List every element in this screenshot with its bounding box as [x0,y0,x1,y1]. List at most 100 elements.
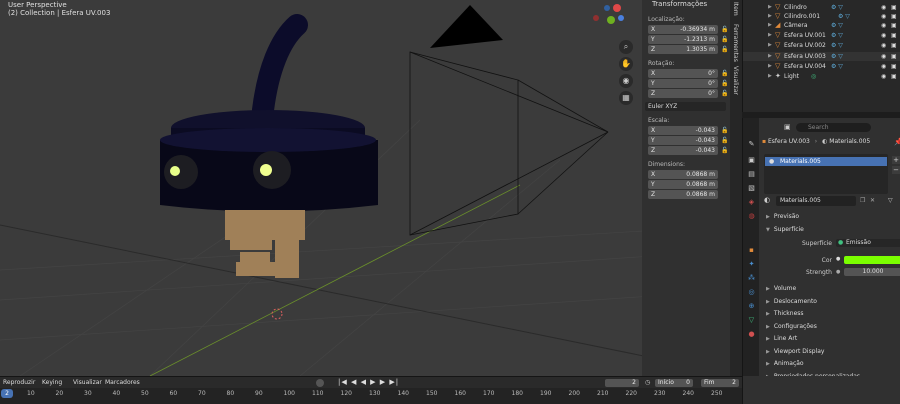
eye-icon[interactable]: ◉ [881,31,886,40]
duplicate-icon[interactable]: ❐ [860,197,865,204]
chevron-right-icon[interactable]: ▶ [768,3,772,12]
render-camera-icon[interactable]: ▣ [891,31,897,40]
properties-editor-type-icon[interactable]: ▣ [784,123,793,132]
eye-icon[interactable]: ◉ [881,72,886,81]
section-anima-o[interactable]: ▶ Animação [766,359,894,369]
playback-controls[interactable]: |◀ ◀ ◀ ▶ ▶ ▶| [338,378,399,386]
render-icon[interactable]: ▣ [747,156,756,165]
location-z-field[interactable]: Z 1.3035 m [648,45,718,54]
outliner-item[interactable]: ▶ ✦ Light ◎ ◉ ▣ [743,72,900,81]
scale-y-field[interactable]: Y -0.043 [648,136,718,145]
outliner-item[interactable]: ▶ ▽ Esfera UV.001 ⚙ ▽ ◉ ▣ [743,31,900,40]
strength-field[interactable]: 10.000 [844,268,900,276]
clock-icon[interactable]: ◷ [645,379,650,386]
render-camera-icon[interactable]: ▣ [891,12,897,21]
lock-icon[interactable]: 🔓 [721,90,729,97]
section-line-art[interactable]: ▶ Line Art [766,334,894,344]
chevron-right-icon[interactable]: ▶ [768,62,772,71]
surface-shader-field[interactable]: ● Emissão [836,239,900,247]
menu-markers[interactable]: Marcadores [105,379,140,386]
render-camera-icon[interactable]: ▣ [891,72,897,81]
section-viewport-display[interactable]: ▶ Viewport Display [766,347,894,357]
unlink-icon[interactable]: ✕ [870,197,875,204]
current-frame-marker[interactable]: 2 [1,389,13,398]
dimensions-z-field[interactable]: Z 0.0868 m [648,190,718,199]
chevron-right-icon[interactable]: ▶ [768,52,772,61]
3d-viewport[interactable]: User Perspective (2) Collection | Esfera… [0,0,742,376]
timeline-ruler[interactable]: 2 10 20 30 40 50 60 70 80 90 100 110 120 130 140 150 160… [0,388,742,404]
scene-icon[interactable]: ◈ [747,198,756,207]
menu-keying[interactable]: Keying [42,379,62,386]
chevron-right-icon[interactable]: ▶ [768,12,772,21]
chevron-right-icon[interactable]: ▶ [768,21,772,30]
tool-icon[interactable]: ✎ [747,140,756,149]
outliner-item[interactable]: ▶ ▽ Esfera UV.004 ⚙ ▽ ◉ ▣ [743,62,900,71]
dimensions-x-field[interactable]: X 0.0868 m [648,170,718,179]
lock-icon[interactable]: 🔓 [721,137,729,144]
chevron-right-icon[interactable]: ▶ [768,72,772,81]
outliner-item[interactable]: ▶ ◢ Câmera ⚙ ▽ ◉ ▣ [743,21,900,30]
lock-icon[interactable]: 🔓 [721,147,729,154]
output-icon[interactable]: ▤ [747,170,756,179]
eye-icon[interactable]: ◉ [881,41,886,50]
location-y-field[interactable]: Y -1.2313 m [648,35,718,44]
scale-z-field[interactable]: Z -0.043 [648,146,718,155]
data-mesh-icon[interactable]: ▽ [747,316,756,325]
eye-icon[interactable]: ◉ [881,52,886,61]
filter-icon[interactable]: ▽ [888,197,893,204]
rotation-y-field[interactable]: Y 0° [648,79,718,88]
section-preview[interactable]: ▶ Previsão [766,212,894,222]
eye-icon[interactable]: ◉ [881,62,886,71]
chevron-right-icon[interactable]: ▶ [768,41,772,50]
color-swatch[interactable] [844,256,900,264]
particles-icon[interactable]: ⁂ [747,274,756,283]
material-browse-icon[interactable]: ◐ [764,196,770,204]
menu-view[interactable]: Visualizar [73,379,102,386]
material-slot[interactable]: ● Materials.005 [765,157,887,166]
zoom-icon[interactable]: ⌕ [619,40,633,54]
rotation-z-field[interactable]: Z 0° [648,89,718,98]
start-frame-field[interactable]: Início 0 [655,379,693,387]
render-camera-icon[interactable]: ▣ [891,52,897,61]
record-icon[interactable] [316,379,324,387]
outliner-item[interactable]: ▶ ▽ Esfera UV.002 ⚙ ▽ ◉ ▣ [743,41,900,50]
modifier-wrench-icon[interactable]: ✦ [747,260,756,269]
pin-icon[interactable]: 📌 [894,138,900,146]
section-thickness[interactable]: ▶ Thickness [766,309,894,319]
socket-dot-icon[interactable]: ● [836,256,840,262]
chevron-right-icon[interactable]: ▶ [768,31,772,40]
scale-x-field[interactable]: X -0.043 [648,126,718,135]
properties-search-input[interactable]: Search [796,123,871,132]
eye-icon[interactable]: ◉ [881,12,886,21]
section-volume[interactable]: ▶ Volume [766,284,894,294]
end-frame-field[interactable]: Fim 2 [701,379,739,387]
current-frame-field[interactable]: 2 [605,379,639,387]
socket-dot-icon[interactable]: ● [836,269,840,275]
tab-item[interactable]: Item [732,2,739,16]
camera-view-icon[interactable]: ◉ [619,74,633,88]
lock-icon[interactable]: 🔓 [721,36,729,43]
hand-pan-icon[interactable]: ✋ [619,57,633,71]
world-icon[interactable]: ◍ [747,212,756,221]
outliner-item[interactable]: ▶ ▽ Cilindro ⚙ ▽ ◉ ▣ [743,3,900,12]
lock-icon[interactable]: 🔓 [721,127,729,134]
object-icon[interactable]: ▪ [747,246,756,255]
material-name-field[interactable]: Materials.005 [776,196,856,206]
transform-header[interactable]: Transformações [642,0,730,10]
tab-view[interactable]: Visualizar [732,66,739,95]
section-surface[interactable]: ▼ Superfície [766,225,894,235]
outliner-item[interactable]: ▶ ▽ Esfera UV.003 ⚙ ▽ ◉ ▣ [743,52,900,61]
render-camera-icon[interactable]: ▣ [891,3,897,12]
eye-icon[interactable]: ◉ [881,21,886,30]
rotation-x-field[interactable]: X 0° [648,69,718,78]
lock-icon[interactable]: 🔓 [721,70,729,77]
physics-icon[interactable]: ◎ [747,288,756,297]
render-camera-icon[interactable]: ▣ [891,21,897,30]
grid-view-icon[interactable]: ▦ [619,91,633,105]
remove-slot-button[interactable]: − [892,166,900,174]
eye-icon[interactable]: ◉ [881,3,886,12]
section-configura-es[interactable]: ▶ Configurações [766,322,894,332]
render-camera-icon[interactable]: ▣ [891,41,897,50]
outliner-item[interactable]: ▶ ▽ Cilindro.001 ⚙ ▽ ◉ ▣ [743,12,900,21]
location-x-field[interactable]: X -0.36934 m [648,25,718,34]
